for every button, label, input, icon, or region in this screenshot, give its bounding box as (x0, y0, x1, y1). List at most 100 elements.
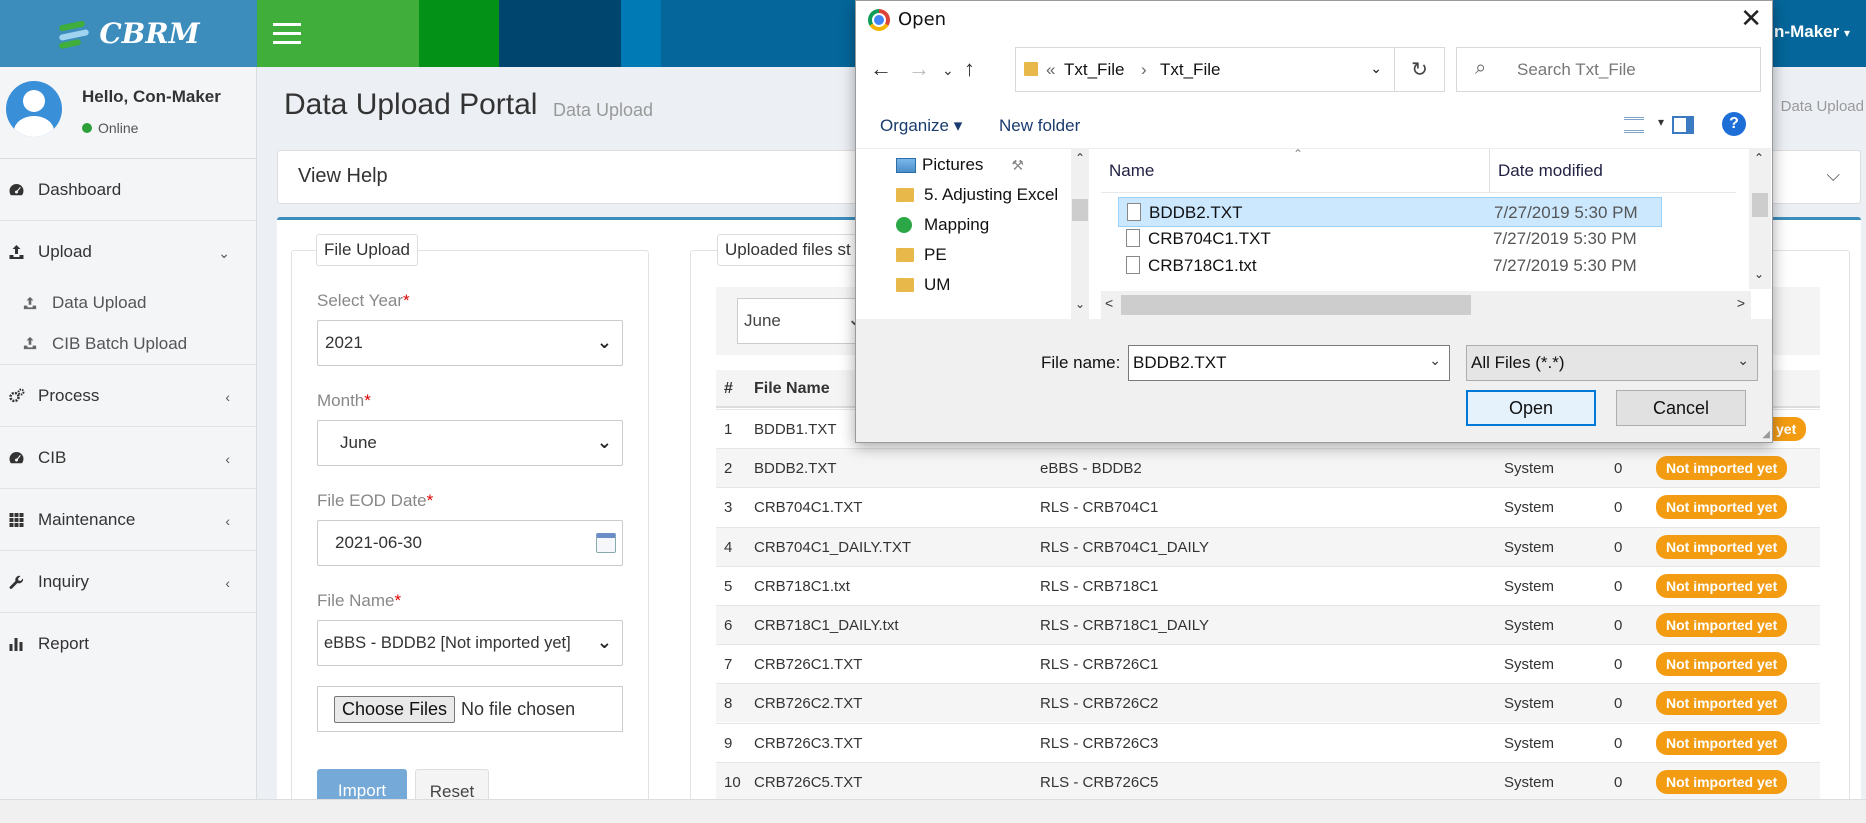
table-row[interactable]: 2 BDDB2.TXT eBBS - BDDB2 System 0 Not importe… (716, 448, 1820, 488)
file-name-select[interactable]: eBBS - BDDB2 [Not imported yet] ⌄ (317, 620, 623, 666)
sidebar-item-maintenance[interactable]: Maintenance ‹ (0, 489, 256, 551)
open-button[interactable]: Open (1466, 390, 1596, 426)
table-row[interactable]: 5 CRB718C1.txt RLS - CRB718C1 System 0 Not im… (716, 565, 1820, 605)
month-label: Month* (317, 391, 371, 410)
uploaded-by-cell: System (1504, 617, 1555, 634)
column-header-name[interactable]: Name (1109, 161, 1154, 181)
calendar-icon[interactable] (596, 533, 616, 553)
sidebar-item-inquiry[interactable]: Inquiry ‹ (0, 551, 256, 613)
refresh-icon[interactable]: ↻ (1394, 48, 1444, 91)
scrollbar-thumb[interactable] (1072, 199, 1088, 221)
cancel-button[interactable]: Cancel (1616, 390, 1746, 426)
scrollbar-thumb[interactable] (1121, 295, 1471, 315)
sidebar-item-dashboard[interactable]: Dashboard (0, 159, 256, 221)
upload-icon (9, 245, 24, 259)
sidebar-toggle-button[interactable] (257, 0, 419, 67)
scroll-down-icon[interactable]: ⌄ (1075, 297, 1085, 311)
chevron-down-icon: ⌵ (1826, 165, 1840, 185)
file-list-item[interactable]: BDDB2.TXT 7/27/2019 5:30 PM (1118, 197, 1662, 227)
file-item-name: CRB704C1.TXT (1148, 229, 1271, 248)
dialog-navigation-bar: ← → ⌄ ↑ « Txt_File › Txt_File ⌄ ↻ ⌕ Sear… (856, 38, 1772, 103)
year-select[interactable]: 2021 ⌄ (317, 320, 623, 366)
file-upload-legend: File Upload (316, 234, 418, 266)
chevron-down-icon[interactable]: ⌄ (1429, 352, 1441, 369)
file-list-item[interactable]: CRB704C1.TXT 7/27/2019 5:30 PM (1118, 224, 1662, 254)
eod-date-input[interactable]: 2021-06-30 (317, 520, 623, 566)
tree-scrollbar[interactable]: ⌃ ⌄ (1071, 149, 1089, 319)
sidebar-item-process[interactable]: Process ‹ (0, 365, 256, 427)
description-cell: RLS - CRB718C1 (1040, 577, 1159, 595)
file-type-select[interactable]: All Files (*.*) ⌄ (1466, 345, 1758, 381)
scroll-up-icon[interactable]: ⌃ (1075, 151, 1085, 165)
column-header-file-name[interactable]: File Name (754, 380, 830, 398)
uploaded-by-cell: System (1504, 460, 1555, 478)
scroll-right-icon[interactable]: > (1737, 295, 1745, 311)
sidebar-subitem-data-upload[interactable]: Data Upload (0, 283, 256, 323)
pictures-icon (896, 157, 916, 173)
table-row[interactable]: 7 CRB726C1.TXT RLS - CRB726C1 System 0 Not im… (716, 644, 1820, 683)
scroll-left-icon[interactable]: < (1105, 295, 1113, 311)
resize-grip-icon[interactable]: ◢ (1762, 429, 1770, 440)
view-options-chevron-icon[interactable]: ▾ (1658, 115, 1664, 129)
file-name-cell: CRB704C1_DAILY.TXT (754, 538, 912, 556)
address-dropdown-chevron-icon[interactable]: ⌄ (1370, 60, 1382, 77)
table-row[interactable]: 4 CRB704C1_DAILY.TXT RLS - CRB704C1_DAILY S… (716, 526, 1820, 566)
file-list-horizontal-scrollbar[interactable]: < > (1101, 291, 1751, 319)
dialog-titlebar[interactable]: Open ✕ (856, 1, 1772, 38)
uploaded-by-cell: System (1504, 499, 1555, 517)
text-file-icon (1127, 203, 1141, 221)
month-select[interactable]: June ⌄ (317, 420, 623, 466)
scrollbar-thumb[interactable] (1752, 193, 1768, 217)
file-item-date: 7/27/2019 5:30 PM (1493, 256, 1637, 275)
sidebar-subitem-cib-batch-upload[interactable]: CIB Batch Upload (0, 323, 256, 365)
tree-item-pe[interactable]: PE (896, 245, 1071, 265)
table-row[interactable]: 8 CRB726C2.TXT RLS - CRB726C2 System 0 Not im… (716, 683, 1820, 723)
row-number: 10 (724, 773, 741, 791)
status-badge: Not imported yet (1656, 534, 1788, 559)
sidebar-item-cib[interactable]: CIB ‹ (0, 427, 256, 489)
scroll-down-icon[interactable]: ⌄ (1754, 267, 1764, 281)
uploaded-by-cell: System (1504, 695, 1555, 713)
table-row[interactable]: 9 CRB726C3.TXT RLS - CRB726C3 System 0 Not im… (716, 722, 1820, 762)
view-help-title: View Help (298, 165, 388, 187)
organize-menu-button[interactable]: Organize ▾ (880, 116, 962, 136)
tree-item-adjusting-excel[interactable]: 5. Adjusting Excel (896, 185, 1071, 205)
close-icon[interactable]: ✕ (1740, 3, 1762, 34)
address-bar[interactable]: « Txt_File › Txt_File ⌄ ↻ (1015, 47, 1445, 92)
file-list-item[interactable]: CRB718C1.txt 7/27/2019 5:30 PM (1118, 251, 1662, 281)
breadcrumb[interactable]: Data Upload (1781, 98, 1864, 115)
recent-locations-chevron-icon[interactable]: ⌄ (942, 62, 954, 79)
file-chooser[interactable]: Choose Files No file chosen (317, 686, 623, 732)
tree-item-um[interactable]: UM (896, 275, 1071, 295)
status-badge: Not imported yet (1656, 495, 1788, 520)
change-view-icon[interactable] (1624, 117, 1644, 133)
forward-arrow-icon[interactable]: → (908, 56, 930, 82)
table-row[interactable]: 6 CRB718C1_DAILY.txt RLS - CRB718C1_DAILY S… (716, 605, 1820, 644)
new-folder-button[interactable]: New folder (999, 116, 1080, 136)
row-number: 4 (724, 538, 733, 556)
file-list-scrollbar[interactable]: ⌃ ⌄ (1749, 149, 1771, 289)
tree-item-mapping[interactable]: Mapping (896, 215, 1071, 235)
pin-icon: ⚒ (1011, 156, 1024, 173)
chevron-down-icon: ⌄ (596, 332, 612, 352)
table-row[interactable]: 3 CRB704C1.TXT RLS - CRB704C1 System 0 Not im… (716, 487, 1820, 526)
search-input[interactable]: ⌕ Search Txt_File (1456, 47, 1761, 92)
preview-pane-icon[interactable] (1672, 116, 1694, 134)
breadcrumb-segment[interactable]: Txt_File (1160, 60, 1220, 80)
help-icon[interactable]: ? (1722, 112, 1746, 136)
eod-date-label: File EOD Date* (317, 491, 434, 510)
user-menu-dropdown[interactable]: n-Maker ▾ (1774, 22, 1850, 42)
breadcrumb-segment[interactable]: Txt_File (1064, 60, 1124, 80)
brand-logo[interactable]: CBRM (0, 0, 257, 67)
back-arrow-icon[interactable]: ← (870, 56, 892, 82)
sidebar-item-report[interactable]: Report (0, 613, 256, 675)
up-arrow-icon[interactable]: ↑ (964, 56, 975, 82)
choose-files-button[interactable]: Choose Files (334, 695, 456, 723)
table-row[interactable]: 10 CRB726C5.TXT RLS - CRB726C5 System 0 Not i… (716, 761, 1820, 801)
file-name-field[interactable]: BDDB2.TXT ⌄ (1128, 345, 1450, 381)
tree-item-pictures[interactable]: Pictures ⚒ (896, 155, 1071, 175)
filter-month-select[interactable]: June ⌄ (737, 298, 867, 344)
sidebar-item-upload[interactable]: Upload ⌄ (0, 221, 256, 283)
scroll-up-icon[interactable]: ⌃ (1754, 151, 1764, 165)
column-header-date-modified[interactable]: Date modified (1498, 161, 1603, 181)
